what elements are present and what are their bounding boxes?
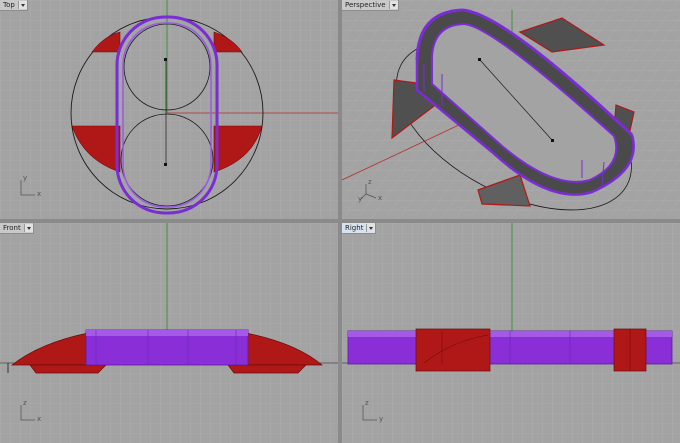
axis-label-v: y (23, 174, 28, 182)
viewport-title-right[interactable]: Right (342, 223, 377, 234)
axis-label-u: x (37, 190, 42, 198)
chevron-down-icon[interactable] (366, 224, 376, 232)
viewport-front[interactable]: Front z x (0, 223, 338, 443)
viewport-title-right-label: Right (345, 224, 364, 232)
chevron-down-icon[interactable] (23, 224, 33, 232)
viewport-title-top[interactable]: Top (0, 0, 28, 11)
axis-label-u: x (378, 194, 383, 202)
viewport-title-perspective[interactable]: Perspective (342, 0, 399, 11)
right-view-canvas (342, 223, 680, 443)
axis-label-v: z (365, 399, 369, 407)
chevron-down-icon[interactable] (388, 1, 398, 9)
axis-label-v: z (23, 399, 27, 407)
axis-label-w: z (368, 178, 372, 186)
viewport-title-front[interactable]: Front (0, 223, 34, 234)
viewport-top[interactable]: Top y x (0, 0, 338, 219)
viewport-title-front-label: Front (3, 224, 21, 232)
world-axes-icon: z x (17, 399, 42, 423)
viewport-perspective[interactable]: Perspective z y x (342, 0, 680, 219)
top-view-canvas (0, 0, 338, 219)
viewport-title-perspective-label: Perspective (345, 1, 386, 9)
world-axes-icon: z y x (358, 178, 383, 203)
axis-label-v: y (358, 195, 363, 203)
front-view-canvas (0, 223, 338, 443)
chevron-down-icon[interactable] (17, 1, 27, 9)
axis-label-u: y (379, 415, 384, 423)
axis-label-u: x (37, 415, 42, 423)
viewport-right[interactable]: Right z y (342, 223, 680, 443)
perspective-canvas (342, 0, 680, 219)
world-axes-icon: z y (359, 399, 384, 423)
world-axes-icon: y x (17, 174, 42, 198)
viewport-title-top-label: Top (3, 1, 15, 9)
